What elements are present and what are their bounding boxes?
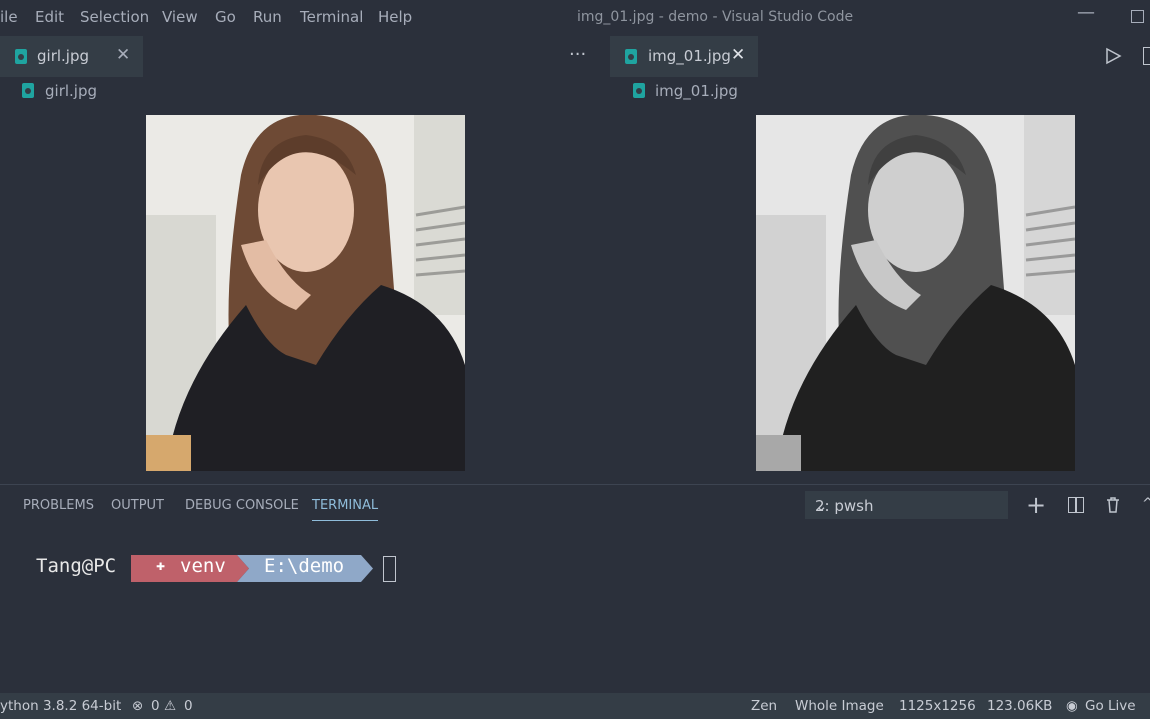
tab-label: img_01.jpg bbox=[648, 47, 731, 65]
tab-img-01-jpg[interactable]: img_01.jpg ✕ bbox=[610, 36, 758, 77]
tab-debug-console[interactable]: DEBUG CONSOLE bbox=[185, 498, 299, 513]
close-icon[interactable]: ✕ bbox=[731, 45, 745, 65]
close-icon[interactable]: ✕ bbox=[116, 45, 130, 65]
menu-view[interactable]: View bbox=[162, 8, 198, 26]
terminal-cursor bbox=[383, 556, 396, 582]
warning-count[interactable]: 0 bbox=[184, 698, 193, 714]
terminal-venv: venv bbox=[180, 555, 226, 577]
terminal-select[interactable]: 2: pwsh ⌄ bbox=[805, 491, 1008, 519]
image-file-icon bbox=[633, 83, 645, 98]
more-actions-icon[interactable]: ··· bbox=[569, 44, 586, 65]
menu-selection[interactable]: Selection bbox=[80, 8, 149, 26]
chevron-up-icon[interactable]: ^ bbox=[1142, 496, 1150, 512]
warning-icon[interactable]: ⚠ bbox=[164, 698, 176, 714]
window-title: img_01.jpg - demo - Visual Studio Code bbox=[577, 9, 854, 25]
image-file-icon bbox=[625, 49, 637, 64]
maximize-icon[interactable] bbox=[1131, 10, 1144, 23]
status-bar: ython 3.8.2 64-bit ⊗ 0 ⚠ 0 Zen Whole Ima… bbox=[0, 693, 1150, 719]
zen-mode[interactable]: Zen bbox=[751, 698, 777, 714]
terminal-user-host: Tang@PC bbox=[36, 555, 117, 577]
breadcrumb[interactable]: img_01.jpg bbox=[655, 82, 738, 100]
menu-terminal[interactable]: Terminal bbox=[300, 8, 363, 26]
tab-label: girl.jpg bbox=[37, 47, 90, 65]
menu-file[interactable]: ile bbox=[0, 8, 18, 26]
python-icon: ✚ bbox=[156, 556, 166, 574]
broadcast-icon[interactable]: ◉ bbox=[1066, 698, 1078, 714]
error-count[interactable]: 0 bbox=[151, 698, 160, 714]
image-dimensions: 1125x1256 bbox=[899, 698, 976, 714]
tab-terminal[interactable]: TERMINAL bbox=[312, 498, 379, 521]
terminal-path: E:\demo bbox=[264, 555, 345, 577]
breadcrumb[interactable]: girl.jpg bbox=[45, 82, 97, 100]
python-interpreter[interactable]: ython 3.8.2 64-bit bbox=[0, 698, 121, 714]
tab-output[interactable]: OUTPUT bbox=[111, 498, 164, 513]
go-live-button[interactable]: Go Live bbox=[1085, 698, 1136, 714]
run-icon[interactable] bbox=[1104, 47, 1122, 65]
menu-go[interactable]: Go bbox=[215, 8, 236, 26]
tab-girl-jpg[interactable]: girl.jpg ✕ bbox=[0, 36, 143, 77]
zoom-whole-image[interactable]: Whole Image bbox=[795, 698, 884, 714]
photo-grayscale bbox=[756, 115, 1075, 471]
file-size: 123.06KB bbox=[987, 698, 1053, 714]
split-terminal-icon[interactable] bbox=[1068, 497, 1084, 513]
image-file-icon bbox=[15, 49, 27, 64]
error-icon[interactable]: ⊗ bbox=[132, 698, 143, 714]
menu-edit[interactable]: Edit bbox=[35, 8, 64, 26]
panel-divider bbox=[0, 484, 1150, 485]
menu-run[interactable]: Run bbox=[253, 8, 282, 26]
chevron-down-icon: ⌄ bbox=[815, 497, 828, 515]
split-editor-icon[interactable] bbox=[1143, 47, 1150, 65]
image-file-icon bbox=[22, 83, 34, 98]
tab-problems[interactable]: PROBLEMS bbox=[23, 498, 94, 513]
title-bar: ile Edit Selection View Go Run Terminal … bbox=[0, 0, 1150, 35]
menu-help[interactable]: Help bbox=[378, 8, 412, 26]
new-terminal-icon[interactable]: + bbox=[1026, 491, 1046, 519]
minimize-icon[interactable]: — bbox=[1077, 2, 1095, 23]
trash-icon[interactable] bbox=[1105, 496, 1121, 514]
photo-color bbox=[146, 115, 465, 471]
